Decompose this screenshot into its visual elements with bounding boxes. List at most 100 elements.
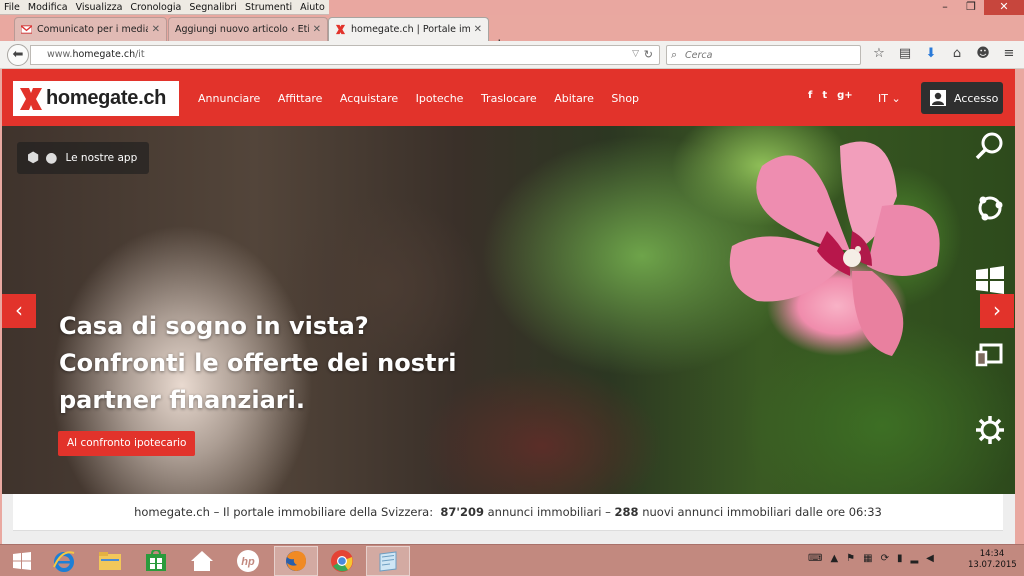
show-hidden-icons-icon[interactable]: ▲	[830, 553, 838, 564]
volume-icon[interactable]: ◀	[926, 553, 934, 564]
home-icon	[191, 551, 213, 571]
menu-visualizza[interactable]: Visualizza	[72, 0, 127, 14]
menu-strumenti[interactable]: Strumenti	[241, 0, 296, 14]
nav-shop[interactable]: Shop	[611, 92, 639, 105]
windows-start-icon	[13, 552, 31, 570]
homegate-logo[interactable]: homegate.ch	[13, 81, 179, 116]
back-button[interactable]: ⬅	[7, 44, 29, 66]
menu-icon[interactable]: ≡	[996, 46, 1022, 61]
navigation-toolbar: ⬅ www.homegate.ch/it ▽ ↻ ⌕ ☆ ▤ ⬇ ⌂ ☻ ≡	[0, 41, 1024, 69]
search-bar[interactable]: ⌕	[666, 45, 861, 65]
taskbar-file-explorer[interactable]	[88, 546, 132, 576]
tab-homegate[interactable]: homegate.ch | Portale im... ✕	[328, 17, 489, 41]
nav-traslocare[interactable]: Traslocare	[481, 92, 537, 105]
nav-annunciare[interactable]: Annunciare	[198, 92, 260, 105]
logo-text: homegate.ch	[46, 87, 167, 109]
sync-icon[interactable]: ⟳	[881, 553, 889, 564]
tab-bar: Comunicato per i media: Il ... ✕ Aggiung…	[0, 15, 1024, 53]
apps-label: Le nostre app	[65, 152, 138, 164]
battery-icon[interactable]: ▮	[897, 553, 903, 564]
tab-close-icon[interactable]: ✕	[474, 24, 482, 35]
vertical-scrollbar[interactable]	[1015, 69, 1024, 544]
share-icon	[978, 196, 1003, 221]
charm-search[interactable]	[968, 126, 1012, 166]
taskbar-hp[interactable]: hp	[226, 546, 270, 576]
chevron-down-icon: ⌄	[891, 92, 901, 105]
nav-ipoteche[interactable]: Ipoteche	[416, 92, 464, 105]
action-center-icon[interactable]: ⚑	[846, 553, 855, 564]
new-listings-count: 288	[614, 505, 639, 519]
taskbar-firefox[interactable]	[274, 546, 318, 576]
start-button[interactable]	[0, 546, 44, 576]
google-plus-icon[interactable]: g+	[837, 90, 853, 101]
charm-share[interactable]	[968, 188, 1012, 228]
reload-icon[interactable]: ↻	[644, 48, 653, 61]
headline-line: Confronti le offerte dei nostri	[59, 349, 457, 377]
close-window-button[interactable]: ✕	[984, 0, 1024, 15]
headline-line: Casa di sogno in vista?	[59, 312, 369, 340]
menu-modifica[interactable]: Modifica	[24, 0, 72, 14]
system-clock[interactable]: 14:34 13.07.2015	[968, 549, 1017, 571]
apple-icon: ●	[45, 150, 58, 166]
folder-icon	[99, 552, 121, 570]
android-icon: ⬢	[27, 150, 40, 166]
tab-label: Comunicato per i media: Il ...	[37, 24, 148, 35]
network-icon[interactable]: ▦	[863, 553, 872, 564]
hp-icon: hp	[237, 550, 259, 572]
keyboard-icon[interactable]: ⌨	[808, 553, 822, 564]
apps-badge[interactable]: ⬢ ● Le nostre app	[17, 142, 149, 174]
url-text: www.homegate.ch/it	[47, 49, 145, 60]
taskbar-notes[interactable]	[366, 546, 410, 576]
reading-list-icon[interactable]: ▤	[892, 46, 918, 61]
restore-button[interactable]: ❐	[958, 0, 984, 15]
tab-close-icon[interactable]: ✕	[152, 24, 160, 35]
carousel-prev-button[interactable]: ‹	[2, 294, 36, 328]
nav-acquistare[interactable]: Acquistare	[340, 92, 398, 105]
taskbar-store[interactable]	[134, 546, 178, 576]
bookmark-star-icon[interactable]: ☆	[866, 46, 892, 61]
nav-affittare[interactable]: Affittare	[278, 92, 323, 105]
headline-line: partner finanziari.	[59, 386, 305, 414]
twitter-icon[interactable]: t	[822, 90, 827, 101]
homegate-x-icon	[20, 87, 42, 110]
menu-cronologia[interactable]: Cronologia	[126, 0, 185, 14]
menu-file[interactable]: File	[0, 0, 24, 14]
taskbar-chrome[interactable]	[320, 546, 364, 576]
login-label: Accesso	[954, 91, 999, 105]
charm-devices[interactable]	[968, 335, 1012, 375]
address-bar[interactable]: www.homegate.ch/it ▽ ↻	[30, 45, 660, 65]
tab-articolo[interactable]: Aggiungi nuovo articolo ‹ Etici... ✕	[168, 17, 328, 41]
minimize-button[interactable]: –	[932, 0, 958, 15]
chat-icon[interactable]: ☻	[970, 46, 996, 61]
taskbar-home[interactable]	[180, 546, 224, 576]
chevron-right-icon: ›	[993, 298, 1001, 322]
login-button[interactable]: Accesso	[921, 82, 1003, 114]
taskbar-internet-explorer[interactable]	[42, 546, 86, 576]
window-controls: – ❐ ✕	[932, 0, 1024, 15]
nav-abitare[interactable]: Abitare	[554, 92, 594, 105]
charm-settings[interactable]	[968, 410, 1012, 450]
search-icon	[975, 132, 1003, 160]
menu-aiuto[interactable]: Aiuto	[296, 0, 329, 14]
store-icon	[146, 550, 166, 571]
user-icon	[930, 90, 946, 106]
clock-date: 13.07.2015	[968, 560, 1017, 570]
tab-close-icon[interactable]: ✕	[313, 24, 321, 35]
home-icon[interactable]: ⌂	[944, 46, 970, 61]
tab-comunicato[interactable]: Comunicato per i media: Il ... ✕	[14, 17, 167, 41]
charm-start[interactable]	[968, 260, 1012, 300]
mortgage-comparison-button[interactable]: Al confronto ipotecario	[58, 431, 196, 456]
internet-explorer-icon	[53, 551, 75, 572]
dropdown-arrow-icon[interactable]: ▽	[632, 49, 639, 59]
devices-icon	[975, 343, 1003, 367]
facebook-icon[interactable]: f	[808, 90, 812, 101]
hero-carousel: ⬢ ● Le nostre app ‹ › Casa di sogno in v…	[2, 126, 1015, 494]
menu-segnalibri[interactable]: Segnalibri	[185, 0, 241, 14]
language-selector[interactable]: IT ⌄	[878, 92, 901, 105]
search-input[interactable]	[685, 48, 855, 62]
signal-icon[interactable]: ▂	[910, 553, 918, 564]
windows-taskbar: hp ⌨ ▲ ⚑ ▦ ⟳ ▮ ▂ ◀ 14:34 13.07.2015	[0, 544, 1024, 576]
menu-bar: File Modifica Visualizza Cronologia Segn…	[0, 0, 1024, 15]
hibiscus-flower-image	[729, 141, 940, 356]
download-icon[interactable]: ⬇	[918, 46, 944, 61]
